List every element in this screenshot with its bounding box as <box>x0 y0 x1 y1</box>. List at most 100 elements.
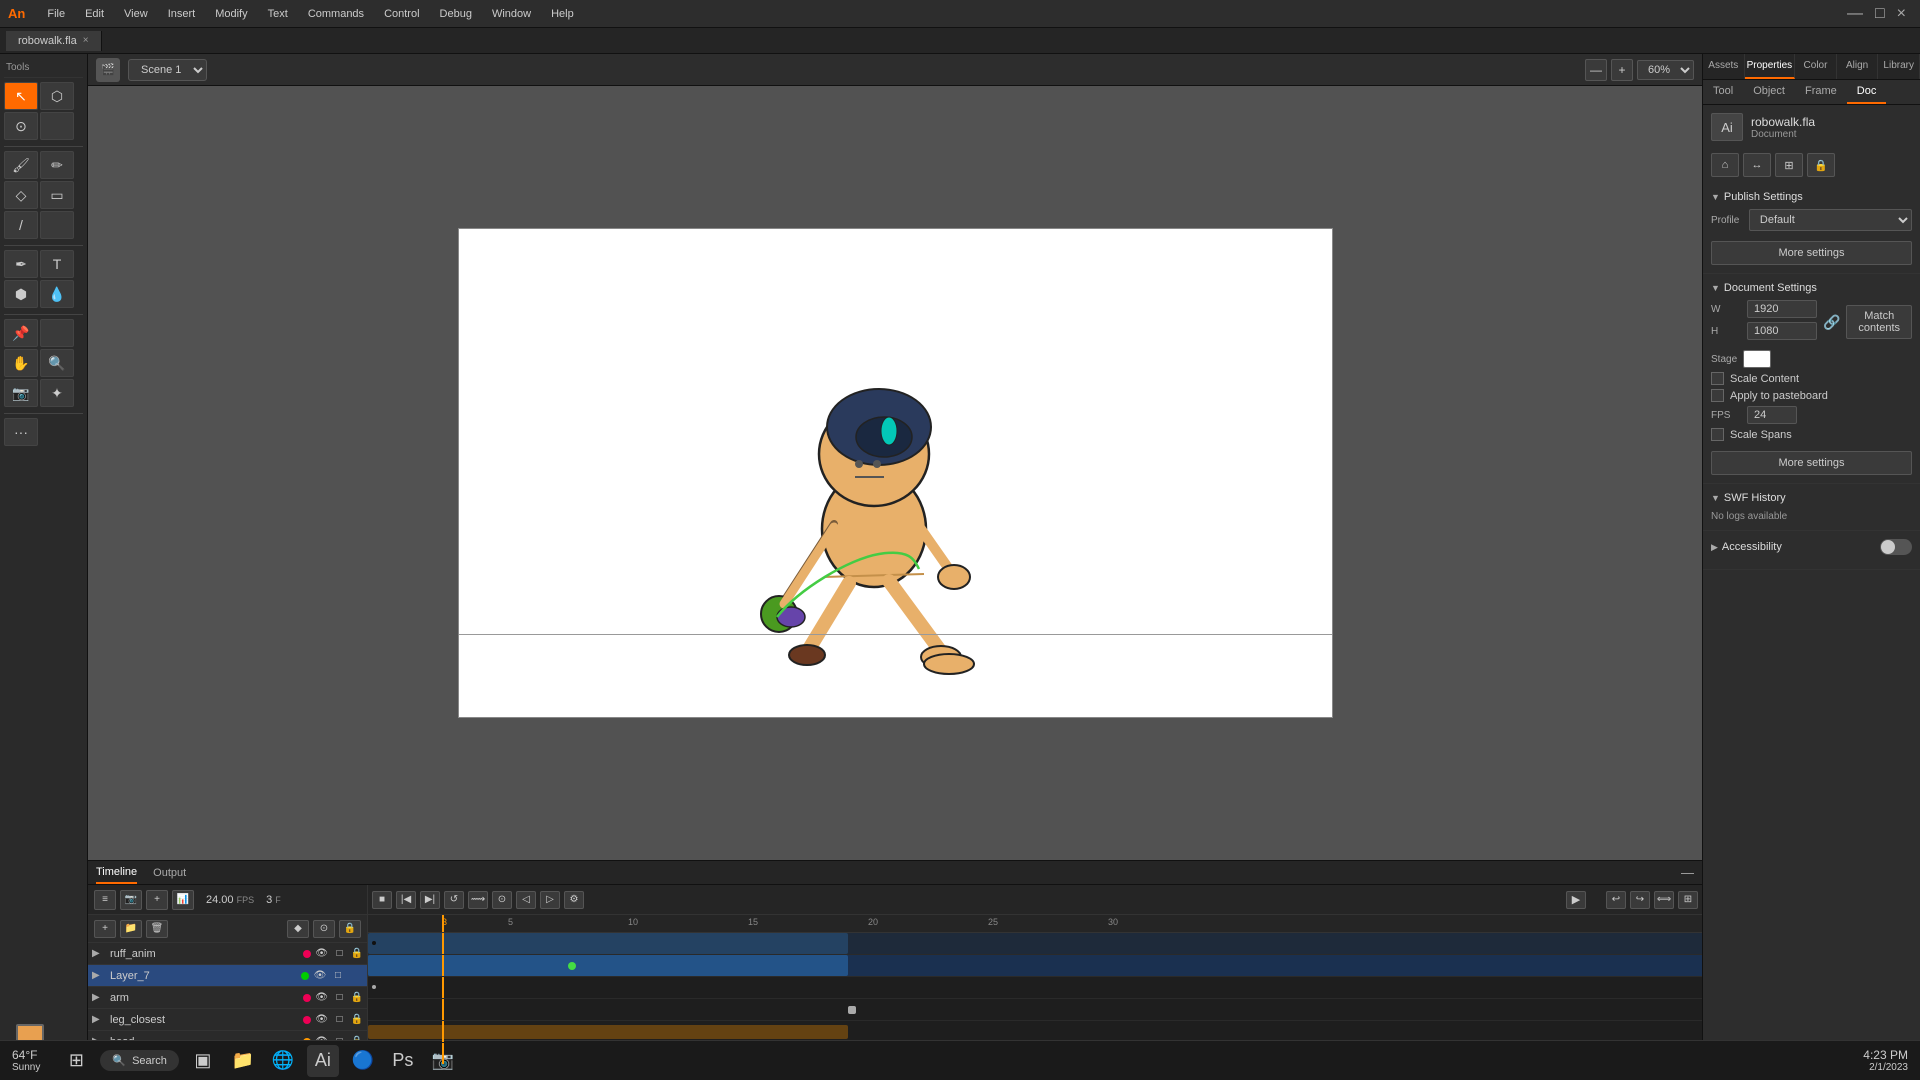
shape-tool[interactable]: ◇ <box>4 181 38 209</box>
taskbar-search-btn[interactable]: 🔍 Search <box>100 1050 179 1071</box>
panel-tab-color[interactable]: Color <box>1795 54 1837 79</box>
doc-more-settings-btn[interactable]: More settings <box>1711 451 1912 475</box>
taskbar-chrome-browser[interactable]: 🔵 <box>347 1045 379 1077</box>
prev-frame-btn[interactable]: |◀ <box>396 891 416 909</box>
accessibility-header[interactable]: ▶ Accessibility <box>1711 539 1912 555</box>
text-tool[interactable]: T <box>40 250 74 278</box>
taskbar-start-btn[interactable]: ⊞ <box>60 1045 92 1077</box>
panel-tab-properties[interactable]: Properties <box>1745 54 1796 79</box>
window-minimize[interactable]: — <box>1841 5 1869 23</box>
taskbar-animate-app[interactable]: Ai <box>307 1045 339 1077</box>
zoom-in-btn[interactable]: + <box>1611 59 1633 81</box>
file-tab-close[interactable]: × <box>83 35 89 46</box>
wand-tool[interactable]: ✦ <box>40 379 74 407</box>
menu-commands[interactable]: Commands <box>298 4 374 24</box>
layer-row-leg-closest[interactable]: ▶ leg_closest 👁 □ 🔒 <box>88 1009 367 1031</box>
panel-tab-library[interactable]: Library <box>1878 54 1920 79</box>
tab-output[interactable]: Output <box>153 863 186 883</box>
tl-camera-btn[interactable]: 📷 <box>120 890 142 910</box>
add-layer-btn[interactable]: + <box>94 920 116 938</box>
prop-icon-2[interactable]: ↔ <box>1743 153 1771 177</box>
pin-tool[interactable]: 📌 <box>4 319 38 347</box>
taskbar-edge-browser[interactable]: 🌐 <box>267 1045 299 1077</box>
accessibility-toggle[interactable] <box>1880 539 1912 555</box>
swf-history-header[interactable]: ▼ SWF History <box>1711 492 1912 504</box>
menu-help[interactable]: Help <box>541 4 584 24</box>
scale-content-checkbox[interactable] <box>1711 372 1724 385</box>
menu-insert[interactable]: Insert <box>158 4 206 24</box>
onion-skin-btn[interactable]: ⊙ <box>313 920 335 938</box>
settings-btn[interactable]: ⚙ <box>564 891 584 909</box>
taskbar-task-view[interactable]: ▣ <box>187 1045 219 1077</box>
scale-spans-checkbox[interactable] <box>1711 428 1724 441</box>
panel-tab-assets[interactable]: Assets <box>1703 54 1745 79</box>
menu-window[interactable]: Window <box>482 4 541 24</box>
publish-more-settings-btn[interactable]: More settings <box>1711 241 1912 265</box>
scene-select[interactable]: Scene 1 <box>128 59 207 81</box>
onion-prev-btn[interactable]: ◁ <box>516 891 536 909</box>
prop-icon-3[interactable]: ⊞ <box>1775 153 1803 177</box>
publish-settings-header[interactable]: ▼ Publish Settings <box>1711 191 1912 203</box>
camera-tool[interactable]: 📷 <box>4 379 38 407</box>
panel-tab-align[interactable]: Align <box>1837 54 1879 79</box>
timeline-minimize-btn[interactable]: — <box>1681 865 1694 880</box>
menu-modify[interactable]: Modify <box>205 4 257 24</box>
eyedrop-tool[interactable]: 💧 <box>40 280 74 308</box>
lasso-tool[interactable]: ⊙ <box>4 112 38 140</box>
taskbar-photoshop-app[interactable]: Ps <box>387 1045 419 1077</box>
frame-row-arm[interactable] <box>368 977 1702 999</box>
pencil-tool[interactable]: ✏ <box>40 151 74 179</box>
taskbar-file-explorer[interactable]: 📁 <box>227 1045 259 1077</box>
layer-outline-btn[interactable]: □ <box>333 1013 347 1027</box>
stage-color-picker[interactable] <box>1743 350 1771 368</box>
doc-tab-frame[interactable]: Frame <box>1795 80 1847 104</box>
menu-control[interactable]: Control <box>374 4 429 24</box>
doc-tab-object[interactable]: Object <box>1743 80 1795 104</box>
frame-row-leg-closest[interactable] <box>368 999 1702 1021</box>
layer-visible-btn[interactable]: 👁 <box>315 947 329 961</box>
tab-timeline[interactable]: Timeline <box>96 862 137 884</box>
zoom-tool[interactable]: 🔍 <box>40 349 74 377</box>
paint-tool[interactable]: ⬢ <box>4 280 38 308</box>
line-tool[interactable]: / <box>4 211 38 239</box>
layer-row-ruff-anim[interactable]: ▶ ruff_anim 👁 □ 🔒 <box>88 943 367 965</box>
window-maximize[interactable]: □ <box>1869 5 1891 23</box>
menu-view[interactable]: View <box>114 4 158 24</box>
fit-frames-btn[interactable]: ⊞ <box>1678 891 1698 909</box>
fps-input[interactable] <box>1747 406 1797 424</box>
layer-visible-btn[interactable]: 👁 <box>315 1013 329 1027</box>
file-tab[interactable]: robowalk.fla × <box>6 31 102 51</box>
layer-visible-btn[interactable]: 👁 <box>313 969 327 983</box>
next-frame-btn[interactable]: ▶| <box>420 891 440 909</box>
profile-select[interactable]: Default <box>1749 209 1912 231</box>
brush-tool[interactable]: 🖌 <box>4 151 38 179</box>
menu-debug[interactable]: Debug <box>430 4 482 24</box>
document-settings-header[interactable]: ▼ Document Settings <box>1711 282 1912 294</box>
doc-tab-doc[interactable]: Doc <box>1847 80 1887 104</box>
layer-outline-btn[interactable]: □ <box>331 969 345 983</box>
add-keyframe-btn[interactable]: ◆ <box>287 920 309 938</box>
subselect-tool[interactable]: ⬡ <box>40 82 74 110</box>
lock-all-btn[interactable]: 🔒 <box>339 920 361 938</box>
match-contents-btn[interactable]: Match contents <box>1846 305 1912 339</box>
tween-btn[interactable]: ⟿ <box>468 891 488 909</box>
layer-row-layer7[interactable]: ▶ Layer_7 👁 □ <box>88 965 367 987</box>
apply-pasteboard-checkbox[interactable] <box>1711 389 1724 402</box>
height-input[interactable] <box>1747 322 1817 340</box>
menu-text[interactable]: Text <box>258 4 298 24</box>
play-btn[interactable]: ▶ <box>1566 891 1586 909</box>
delete-layer-btn[interactable]: 🗑 <box>146 920 168 938</box>
doc-tab-tool[interactable]: Tool <box>1703 80 1743 104</box>
loop-btn[interactable]: ↺ <box>444 891 464 909</box>
tl-add-btn[interactable]: + <box>146 890 168 910</box>
menu-file[interactable]: File <box>37 4 75 24</box>
frame-row-layer7[interactable] <box>368 955 1702 977</box>
menu-edit[interactable]: Edit <box>75 4 114 24</box>
add-folder-btn[interactable]: 📁 <box>120 920 142 938</box>
tl-layers-btn[interactable]: ≡ <box>94 890 116 910</box>
redo-btn[interactable]: ↪ <box>1630 891 1650 909</box>
zoom-select[interactable]: 60% <box>1637 60 1694 80</box>
more-tools[interactable]: ··· <box>4 418 38 446</box>
select-tool[interactable]: ↖ <box>4 82 38 110</box>
layer-outline-btn[interactable]: □ <box>333 991 347 1005</box>
